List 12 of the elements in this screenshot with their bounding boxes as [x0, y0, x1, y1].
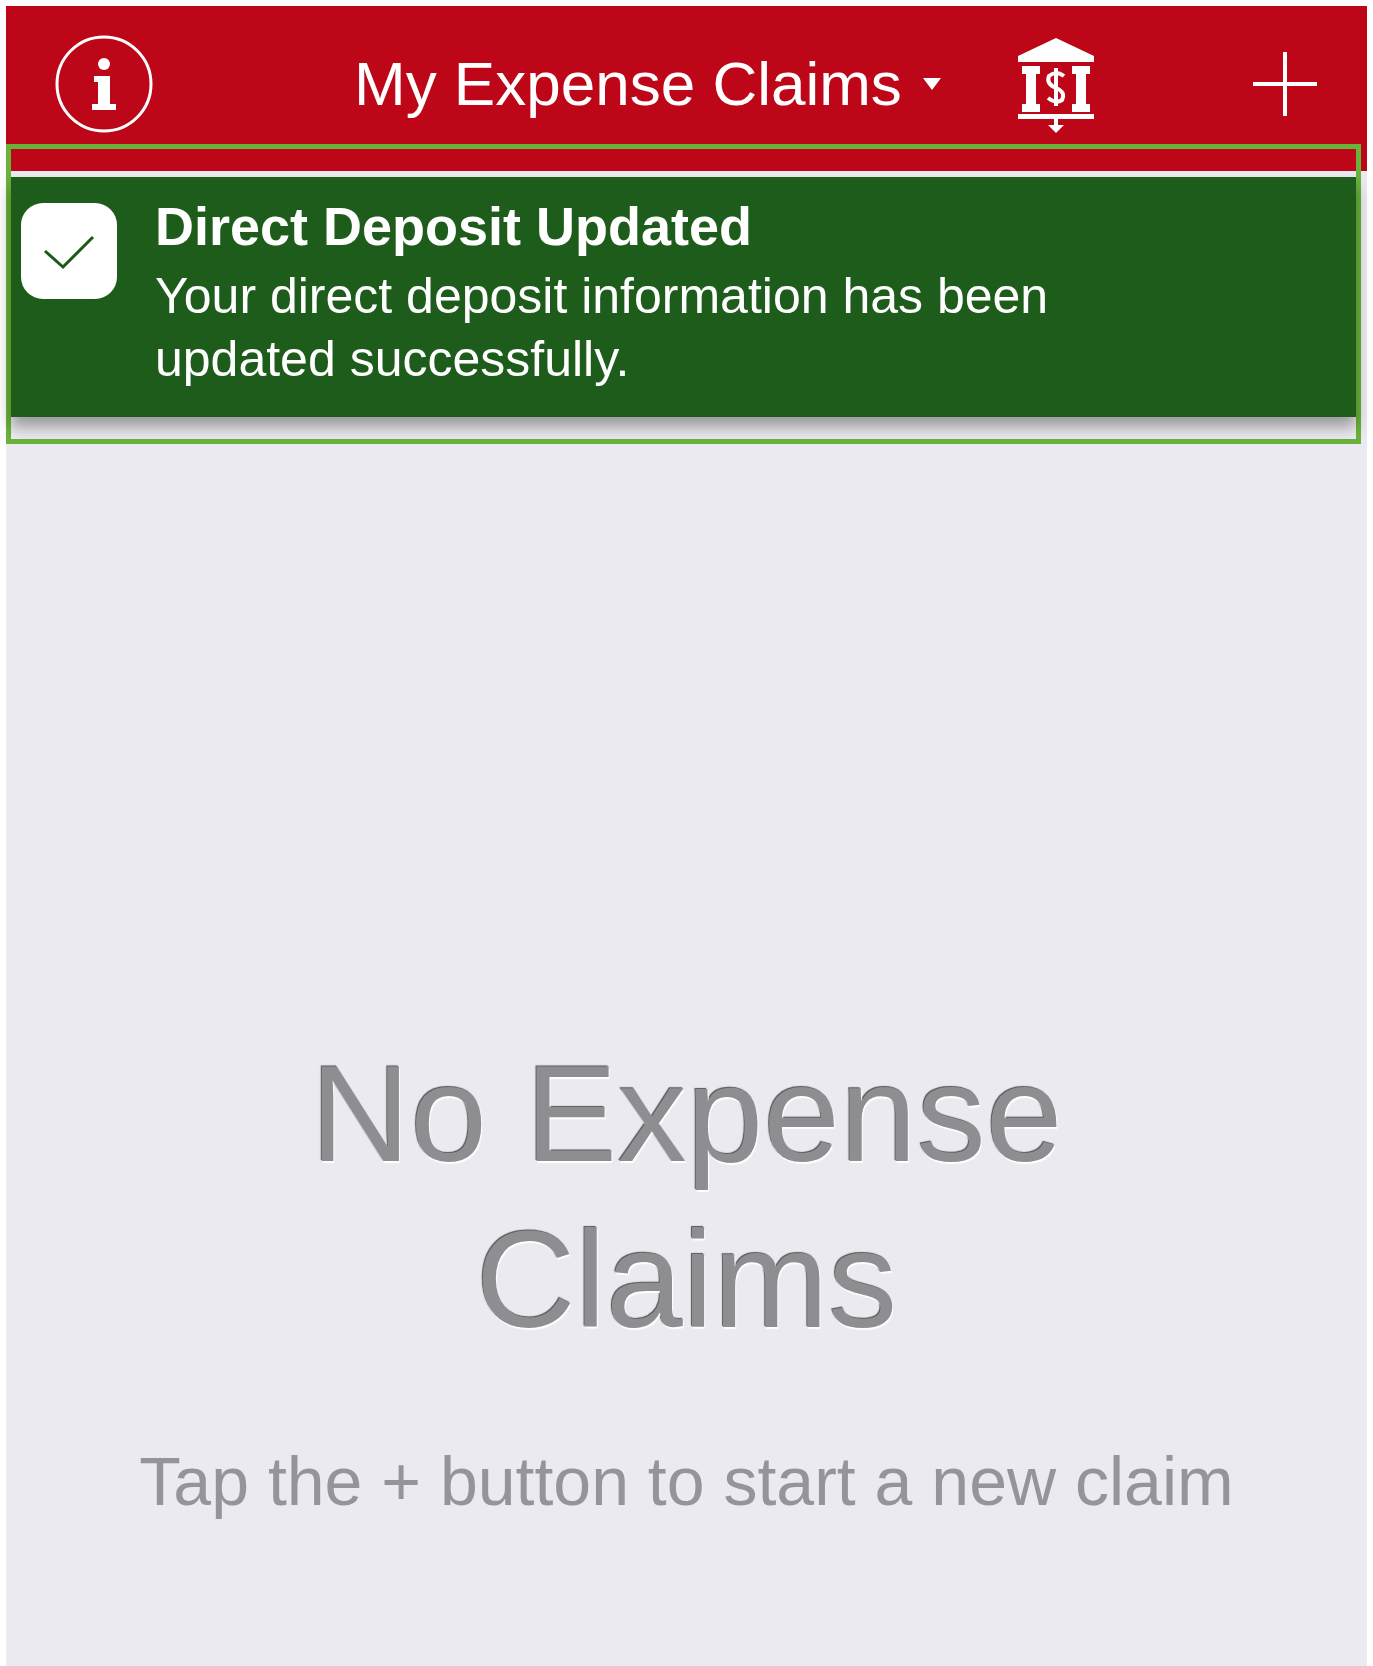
info-button[interactable]: [54, 33, 154, 134]
empty-state-title: No Expense Claims: [309, 1035, 1064, 1358]
empty-state-hint: Tap the + button to start a new claim: [139, 1442, 1234, 1521]
check-icon: [21, 203, 117, 299]
title-dropdown[interactable]: My Expense Claims: [354, 48, 942, 119]
toast-title: Direct Deposit Updated: [155, 195, 754, 257]
caret-icon: [921, 76, 942, 91]
toast-message: Your direct deposit information has been updated successfully.: [155, 267, 1050, 389]
toast-notification[interactable]: Direct Deposit Updated Your direct deposit information has been updated successfully.: [11, 177, 1356, 417]
add-button[interactable]: [1253, 51, 1317, 116]
plus-icon: [1253, 51, 1317, 116]
info-icon: [54, 33, 154, 134]
